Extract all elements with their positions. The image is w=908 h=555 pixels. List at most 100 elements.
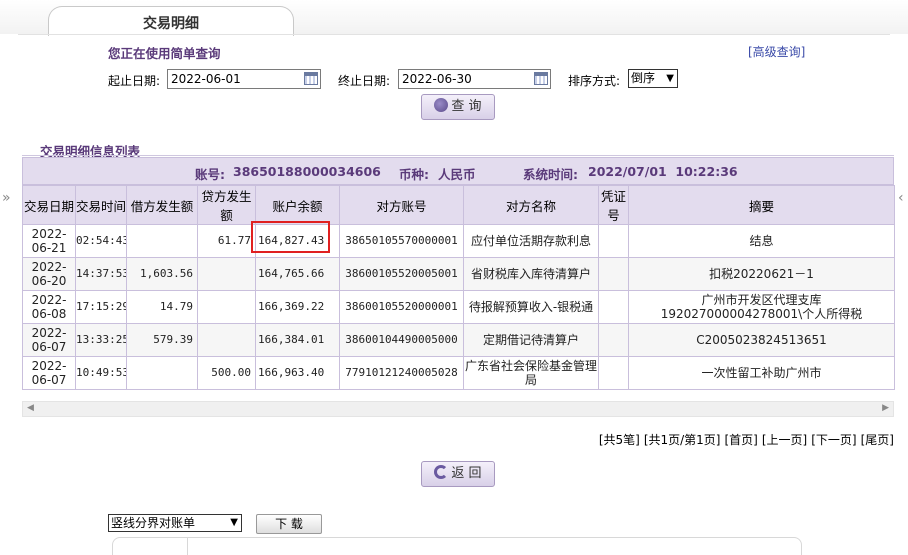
pager-total: [共5笔] bbox=[598, 433, 640, 447]
col-header: 摘要 bbox=[628, 185, 895, 225]
col-header: 交易时间 bbox=[75, 185, 127, 225]
cell-time: 10:49:53 bbox=[75, 356, 127, 390]
table-row: 2022-06-07 13:33:25 579.39 166,384.01 38… bbox=[22, 323, 895, 357]
start-date-input[interactable]: 2022-06-01 bbox=[167, 69, 321, 89]
pager-prev[interactable]: [上一页] bbox=[762, 433, 807, 447]
end-date-label: 终止日期: bbox=[338, 74, 391, 88]
cell-date: 2022-06-21 bbox=[22, 224, 76, 258]
system-time-value: 2022/07/01 10:22:36 bbox=[588, 164, 738, 179]
col-header: 交易日期 bbox=[22, 185, 76, 225]
tab-label: 交易明细 bbox=[143, 16, 199, 32]
search-button-label: 查 询 bbox=[451, 99, 482, 114]
calendar-icon[interactable] bbox=[534, 72, 548, 85]
sort-order-value: 倒序 bbox=[631, 71, 656, 85]
tab-transaction-detail[interactable]: 交易明细 bbox=[48, 6, 294, 36]
table-header-row: 交易日期 交易时间 借方发生额 贷方发生额 账户余额 对方账号 对方名称 凭证号… bbox=[22, 185, 895, 225]
pager-pages: [共1页/第1页] bbox=[643, 433, 721, 447]
cell-date: 2022-06-20 bbox=[22, 257, 76, 291]
cell-credit: 500.00 bbox=[197, 356, 256, 390]
cell-counter-name: 待报解预算收入-银税通 bbox=[463, 290, 599, 324]
cell-date: 2022-06-08 bbox=[22, 290, 76, 324]
cell-date: 2022-06-07 bbox=[22, 323, 76, 357]
scroll-right-icon[interactable]: ▶ bbox=[882, 403, 889, 413]
system-time-label: 系统时间: bbox=[523, 167, 578, 182]
cell-counter-name: 广东省社会保险基金管理局 bbox=[463, 356, 599, 390]
advanced-query-link[interactable]: [高级查询] bbox=[748, 43, 805, 60]
globe-search-icon bbox=[434, 98, 449, 112]
cell-debit: 1,603.56 bbox=[126, 257, 198, 291]
search-button[interactable]: 查 询 bbox=[421, 94, 495, 120]
cell-counter-account: 38600105520000001 bbox=[339, 290, 464, 324]
bottom-panel-tab[interactable] bbox=[112, 537, 188, 555]
cell-time: 14:37:53 bbox=[75, 257, 127, 291]
export-format-value: 竖线分界对账单 bbox=[111, 516, 196, 530]
col-header: 借方发生额 bbox=[126, 185, 198, 225]
start-date-label: 起止日期: bbox=[108, 74, 161, 88]
cell-summary: 广州市开发区代理支库192027000004278001\个人所得税 bbox=[628, 290, 895, 324]
cell-credit: 61.77 bbox=[197, 224, 256, 258]
cell-summary: 结息 bbox=[628, 224, 895, 258]
cell-voucher bbox=[598, 257, 629, 291]
sort-label: 排序方式: bbox=[568, 74, 621, 88]
cell-credit bbox=[197, 323, 256, 357]
cell-counter-name: 省财税库入库待清算户 bbox=[463, 257, 599, 291]
col-header: 对方账号 bbox=[339, 185, 464, 225]
pager-last[interactable]: [尾页] bbox=[861, 433, 894, 447]
return-button-label: 返 回 bbox=[451, 466, 482, 481]
col-header: 账户余额 bbox=[255, 185, 340, 225]
cell-balance: 166,963.40 bbox=[255, 356, 340, 390]
cell-counter-account: 38600105520005001 bbox=[339, 257, 464, 291]
return-icon bbox=[434, 465, 449, 479]
table-row: 2022-06-07 10:49:53 500.00 166,963.40 77… bbox=[22, 356, 895, 390]
cell-debit bbox=[126, 356, 198, 390]
account-label: 账号: bbox=[195, 167, 225, 182]
calendar-icon[interactable] bbox=[304, 72, 318, 85]
col-header: 凭证号 bbox=[598, 185, 629, 225]
cell-credit bbox=[197, 290, 256, 324]
cell-counter-account: 77910121240005028 bbox=[339, 356, 464, 390]
horizontal-scrollbar[interactable]: ◀ ▶ bbox=[22, 401, 894, 417]
cell-counter-name: 定期借记待清算户 bbox=[463, 323, 599, 357]
export-format-select[interactable]: 竖线分界对账单 ▼ bbox=[108, 514, 242, 532]
cell-credit bbox=[197, 257, 256, 291]
cell-time: 02:54:43 bbox=[75, 224, 127, 258]
download-button[interactable]: 下 载 bbox=[256, 514, 322, 534]
panel-divider bbox=[18, 34, 890, 35]
cell-voucher bbox=[598, 356, 629, 390]
cell-balance: 164,765.66 bbox=[255, 257, 340, 291]
col-header: 对方名称 bbox=[463, 185, 599, 225]
cell-time: 17:15:29 bbox=[75, 290, 127, 324]
scroll-left-icon[interactable]: ◀ bbox=[27, 403, 34, 413]
table-row: 2022-06-20 14:37:53 1,603.56 164,765.66 … bbox=[22, 257, 895, 291]
cell-time: 13:33:25 bbox=[75, 323, 127, 357]
right-expand-arrow-icon[interactable]: ‹ bbox=[898, 190, 904, 206]
left-collapse-arrow-icon[interactable]: » bbox=[2, 190, 11, 206]
pager-first[interactable]: [首页] bbox=[725, 433, 758, 447]
chevron-down-icon: ▼ bbox=[230, 517, 238, 528]
cell-voucher bbox=[598, 323, 629, 357]
transaction-table: 交易日期 交易时间 借方发生额 贷方发生额 账户余额 对方账号 对方名称 凭证号… bbox=[22, 185, 895, 390]
return-button[interactable]: 返 回 bbox=[421, 461, 495, 487]
sort-order-select[interactable]: 倒序 ▼ bbox=[628, 69, 678, 88]
cell-balance: 166,384.01 bbox=[255, 323, 340, 357]
pagination: [共5笔] [共1页/第1页] [首页] [上一页] [下一页] [尾页] bbox=[595, 431, 894, 448]
cell-date: 2022-06-07 bbox=[22, 356, 76, 390]
chevron-down-icon: ▼ bbox=[666, 73, 674, 84]
list-title-underline bbox=[22, 155, 894, 156]
cell-voucher bbox=[598, 224, 629, 258]
cell-summary: C2005023824513651 bbox=[628, 323, 895, 357]
end-date-input[interactable]: 2022-06-30 bbox=[398, 69, 551, 89]
cell-counter-account: 38650105570000001 bbox=[339, 224, 464, 258]
account-number: 38650188000034606 bbox=[233, 164, 381, 179]
table-row: 2022-06-08 17:15:29 14.79 166,369.22 386… bbox=[22, 290, 895, 324]
cell-balance: 166,369.22 bbox=[255, 290, 340, 324]
cell-debit: 579.39 bbox=[126, 323, 198, 357]
bottom-panel-frame bbox=[112, 537, 802, 555]
col-header: 贷方发生额 bbox=[197, 185, 256, 225]
cell-summary: 扣税20220621－1 bbox=[628, 257, 895, 291]
account-info-bar: 账号: 38650188000034606 币种: 人民币 系统时间: 2022… bbox=[22, 157, 894, 185]
pager-next[interactable]: [下一页] bbox=[811, 433, 856, 447]
cell-counter-name: 应付单位活期存款利息 bbox=[463, 224, 599, 258]
currency-label: 币种: bbox=[399, 167, 429, 182]
cell-balance: 164,827.43 bbox=[255, 224, 340, 258]
